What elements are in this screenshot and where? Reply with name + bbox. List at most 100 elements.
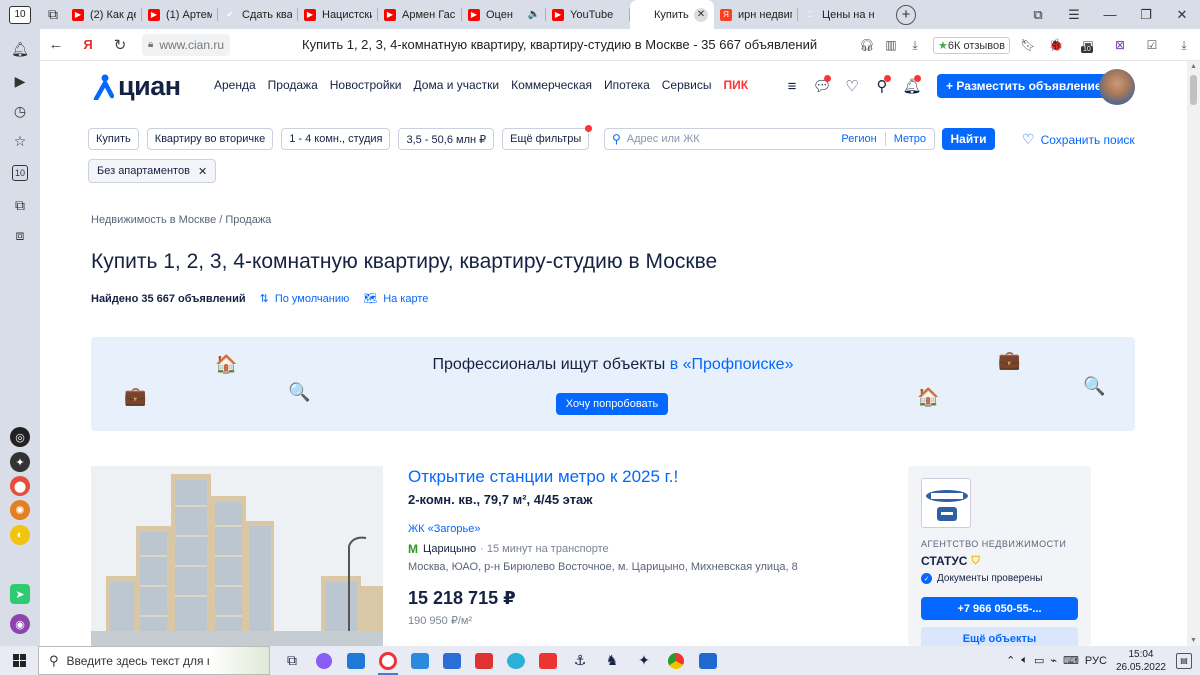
listing-photo[interactable] (91, 466, 383, 646)
object-type-filter[interactable]: Квартиру во вторичке (146, 128, 274, 150)
favorites-heart-icon[interactable]: ♡ (837, 75, 867, 97)
reader-icon[interactable]: ▥ (880, 38, 902, 52)
nav-houses[interactable]: Дома и участки (414, 78, 500, 92)
nav-rent[interactable]: Аренда (214, 78, 256, 92)
network-icon[interactable]: ⌁ (1050, 654, 1057, 667)
taskbar-search-input[interactable]: ⚲ Введите здесь текст для поиска (38, 646, 270, 675)
map-button[interactable]: 🗺︎ На карте (363, 292, 428, 306)
extension-badge-icon[interactable]: ▣ 10 (1073, 38, 1103, 53)
mail-icon[interactable] (340, 646, 372, 675)
browser-tab[interactable]: ▶ Нацистски (298, 0, 378, 29)
browser-tab[interactable]: Яирн недвиг (714, 0, 798, 29)
metro-station[interactable]: Царицыно (423, 543, 476, 555)
headphones-icon[interactable]: 🎧︎ (856, 38, 878, 52)
nav-commercial[interactable]: Коммерческая (511, 78, 592, 92)
task-view-icon[interactable]: ⧉ (276, 646, 308, 675)
save-search-button[interactable]: ♡ Сохранить поиск (1022, 131, 1135, 148)
battery-icon[interactable]: ▭ (1034, 654, 1044, 667)
close-window-icon[interactable]: ✕ (1164, 7, 1200, 23)
yandex-browser-icon[interactable] (372, 646, 404, 675)
scroll-down-icon[interactable]: ▼ (1190, 637, 1197, 644)
chat-icon[interactable]: 💬︎ (807, 75, 837, 97)
yandex-icon[interactable] (532, 646, 564, 675)
nav-sale[interactable]: Продажа (268, 78, 318, 92)
tabs-count-icon[interactable]: 10 (12, 165, 28, 181)
back-arrow-icon[interactable]: ← (40, 36, 72, 53)
new-tab-icon[interactable]: + (896, 4, 916, 25)
history-icon[interactable]: ◷ (8, 99, 32, 123)
collections-icon[interactable]: ⧉ (8, 193, 32, 217)
clock[interactable]: 15:04 26.05.2022 (1116, 648, 1166, 674)
user-avatar[interactable] (1099, 69, 1135, 105)
nav-new-buildings[interactable]: Новостройки (330, 78, 402, 92)
warships-icon[interactable]: ⚓ (564, 646, 596, 675)
gift-icon[interactable] (468, 646, 500, 675)
bookmark-copy-icon[interactable]: ⧉ (1020, 7, 1056, 23)
reviews-badge[interactable]: ★6К отзывов (932, 36, 1010, 54)
saved-search-icon[interactable]: ⚲ (867, 75, 897, 97)
start-button[interactable] (0, 646, 38, 675)
volume-icon[interactable]: 🔈︎ (1021, 654, 1028, 667)
language-indicator[interactable]: РУС (1085, 655, 1107, 667)
page-scrollbar[interactable]: ▲ ▼ (1187, 61, 1200, 646)
extension-check-icon[interactable]: ☑ (1137, 38, 1167, 52)
alice-icon[interactable] (308, 646, 340, 675)
filter-chip-no-apartments[interactable]: Без апартаментов ✕ (88, 159, 217, 183)
download-icon[interactable]: ⤓ (904, 38, 926, 53)
nav-pik[interactable]: ПИК (723, 78, 748, 92)
nav-services[interactable]: Сервисы (662, 78, 712, 92)
sort-button[interactable]: ⇅ По умолчанию (260, 292, 350, 306)
app-send-icon[interactable]: ➤ (10, 584, 30, 604)
agency-logo[interactable] (921, 478, 971, 528)
reload-icon[interactable]: ↻ (104, 36, 136, 54)
breadcrumb-item[interactable]: Продажа (225, 214, 271, 226)
browser-tab[interactable]: ✔ Сдать квар (218, 0, 298, 29)
browser-tab[interactable]: ▶ Оцен 🔈 (462, 0, 546, 29)
price-filter[interactable]: 3,5 - 50,6 млн ₽ (398, 128, 495, 150)
photos-icon[interactable] (692, 646, 724, 675)
listing-address[interactable]: Москва, ЮАО, р-н Бирюлево Восточное, м. … (408, 561, 798, 573)
compare-list-icon[interactable]: ≡ (777, 75, 807, 97)
scroll-up-icon[interactable]: ▲ (1190, 63, 1197, 70)
bell-icon[interactable]: 🔔︎ (8, 37, 32, 61)
deal-type-filter[interactable]: Купить (88, 128, 139, 150)
tray-chevron-icon[interactable]: ⌃ (1006, 654, 1015, 667)
breadcrumb-item[interactable]: Недвижимость в Москве (91, 214, 216, 226)
rooms-filter[interactable]: 1 - 4 комн., студия (281, 128, 391, 150)
try-button[interactable]: Хочу попробовать (556, 393, 668, 415)
find-button[interactable]: Найти (942, 128, 995, 150)
download-manager-icon[interactable]: ⤓ (1169, 38, 1199, 53)
new-window-icon[interactable]: ⧉ (40, 0, 66, 29)
browser-tab-active[interactable]: ⅄ Купить ✕ (630, 0, 714, 29)
notifications-bell-icon[interactable]: 🔔︎ (897, 75, 927, 97)
speaker-icon[interactable]: 🔈 (528, 9, 540, 20)
app-star-icon[interactable]: ✦ (10, 452, 30, 472)
region-link[interactable]: Регион (841, 133, 876, 145)
agent-name[interactable]: СТАТУС ⛉ (921, 554, 980, 568)
yandex-logo-icon[interactable]: Я (72, 37, 104, 52)
address-search-input[interactable]: ⚲ Адрес или ЖК Регион Метро (604, 128, 935, 150)
listing-title[interactable]: Открытие станции метро к 2025 г.! (408, 467, 678, 487)
game-icon[interactable]: ✦ (628, 646, 660, 675)
app-maps-icon[interactable]: ⬤ (10, 476, 30, 496)
cian-logo[interactable]: циан (92, 71, 181, 102)
post-ad-button[interactable]: + Разместить объявление (937, 74, 1111, 98)
screenshot-icon[interactable]: ⧈ (8, 223, 32, 247)
app-sun-icon[interactable]: ✺ (10, 500, 30, 520)
star-icon[interactable]: ☆ (8, 129, 32, 153)
close-icon[interactable]: ✕ (198, 165, 207, 178)
restore-icon[interactable]: ❐ (1128, 7, 1164, 23)
banner-text-link[interactable]: в «Профпоиске» (670, 356, 794, 373)
more-filters-button[interactable]: Ещё фильтры (502, 125, 593, 150)
browser-tab[interactable]: ⁚⁚ Цены на н (798, 0, 884, 29)
nav-mortgage[interactable]: Ипотека (604, 78, 650, 92)
chrome-icon[interactable] (660, 646, 692, 675)
tanks-icon[interactable]: ♞ (596, 646, 628, 675)
tab-count-button[interactable]: 10 (0, 0, 40, 29)
edge-icon[interactable] (500, 646, 532, 675)
extension-x-icon[interactable]: ⊠ (1105, 38, 1135, 52)
notification-center-icon[interactable]: ▤ (1176, 652, 1192, 669)
app-taxi-icon[interactable]: ◐ (10, 525, 30, 545)
browser-tab[interactable]: ▶ (1) Артеми (142, 0, 218, 29)
metro-link[interactable]: Метро (894, 133, 926, 145)
